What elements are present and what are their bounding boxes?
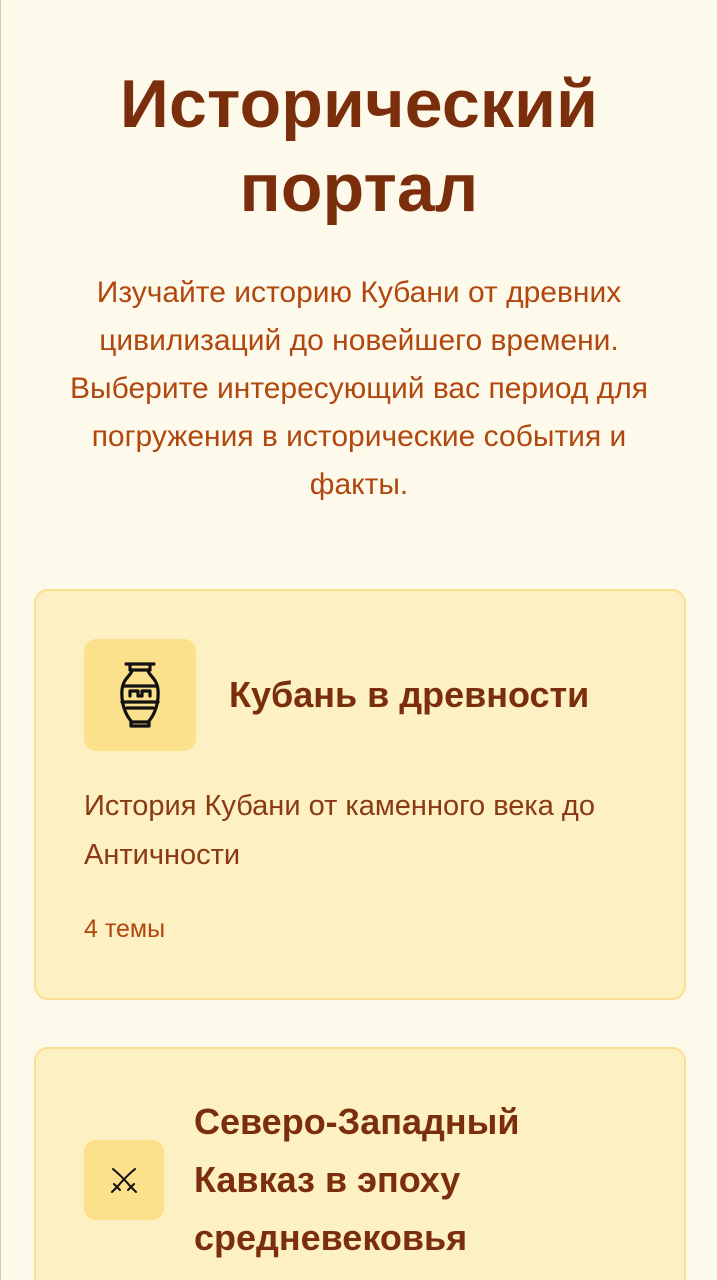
card-header: Северо-Западный Кавказ в эпоху средневек… xyxy=(84,1093,644,1267)
period-card-medieval[interactable]: Северо-Западный Кавказ в эпоху средневек… xyxy=(34,1047,686,1280)
card-description: История Кубани от каменного века до Анти… xyxy=(84,790,595,871)
card-header: Кубань в древности xyxy=(84,639,589,751)
period-card-ancient[interactable]: Кубань в древности История Кубани от кам… xyxy=(34,589,686,1000)
topics-count: 4 темы xyxy=(84,915,166,943)
crossed-sabers-icon xyxy=(84,1140,164,1220)
amphora-icon xyxy=(84,639,196,751)
hero: Исторический портал Изучайте историю Куб… xyxy=(1,0,717,509)
page-title: Исторический портал xyxy=(119,66,599,226)
page-subtitle: Изучайте историю Кубани от древних цивил… xyxy=(70,276,648,501)
card-title: Кубань в древности xyxy=(229,674,590,715)
card-title: Северо-Западный Кавказ в эпоху средневек… xyxy=(194,1101,520,1258)
